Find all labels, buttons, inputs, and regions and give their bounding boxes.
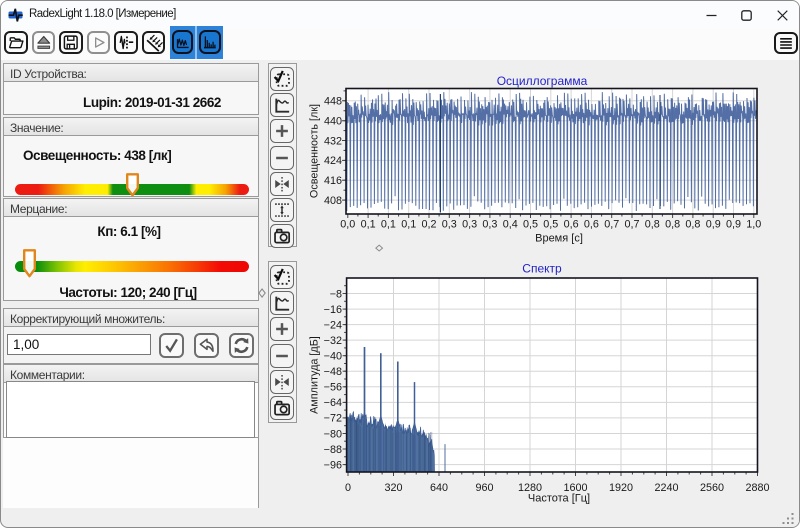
svg-text:−8: −8 <box>330 288 342 300</box>
svg-text:2560: 2560 <box>700 482 724 494</box>
svg-text:0: 0 <box>345 482 351 494</box>
svg-text:−40: −40 <box>324 351 342 363</box>
svg-text:−48: −48 <box>324 366 342 378</box>
svg-text:−80: −80 <box>324 428 342 440</box>
svg-text:Частота [Гц]: Частота [Гц] <box>528 493 590 505</box>
svg-text:320: 320 <box>384 482 402 494</box>
svg-text:−16: −16 <box>324 304 342 316</box>
svg-text:−56: −56 <box>324 382 342 394</box>
svg-text:Спектр: Спектр <box>522 262 562 276</box>
svg-text:2240: 2240 <box>654 482 678 494</box>
svg-text:−32: −32 <box>324 335 342 347</box>
svg-text:−96: −96 <box>324 459 342 471</box>
svg-text:Амплитуда [дБ]: Амплитуда [дБ] <box>309 336 321 414</box>
svg-text:2880: 2880 <box>745 482 769 494</box>
svg-text:640: 640 <box>430 482 448 494</box>
svg-text:−88: −88 <box>324 444 342 456</box>
svg-text:1920: 1920 <box>609 482 633 494</box>
svg-text:−72: −72 <box>324 413 342 425</box>
svg-text:960: 960 <box>475 482 493 494</box>
svg-text:−24: −24 <box>324 319 342 331</box>
svg-text:−64: −64 <box>324 397 342 409</box>
